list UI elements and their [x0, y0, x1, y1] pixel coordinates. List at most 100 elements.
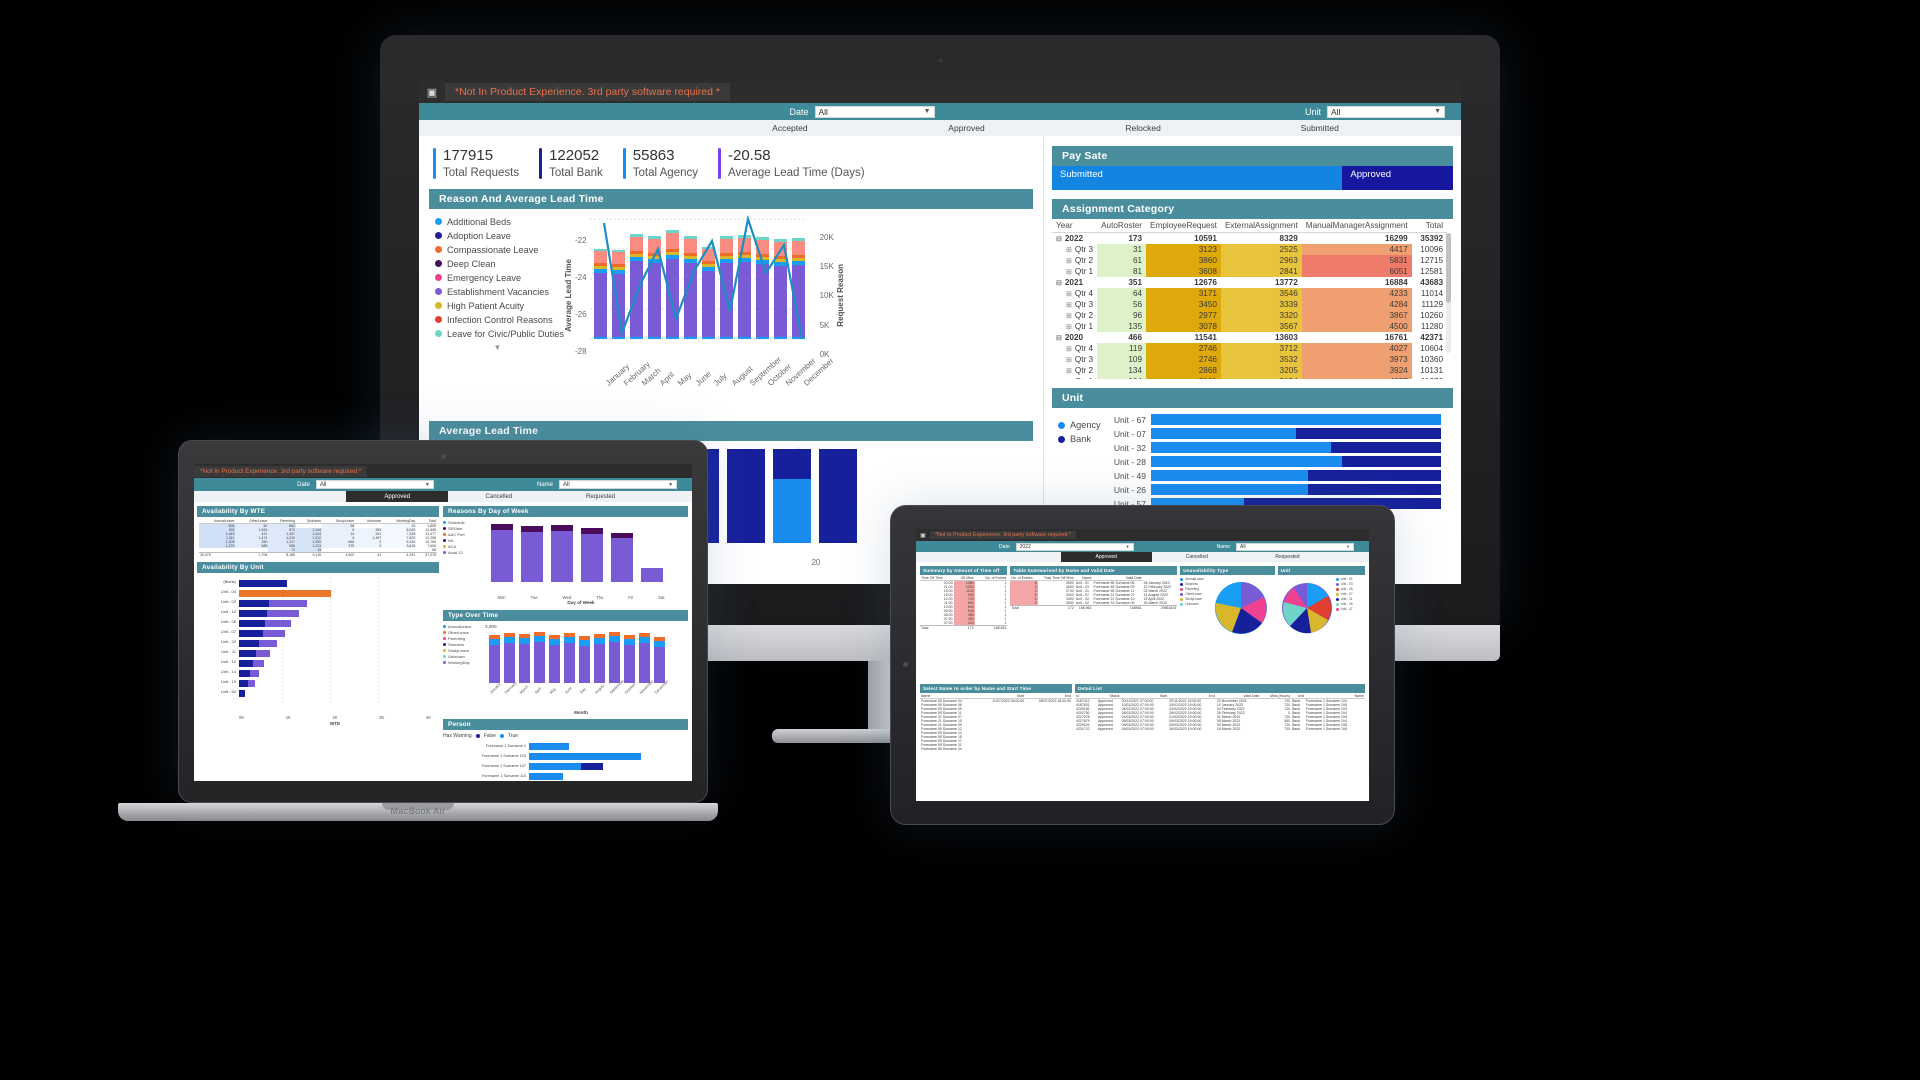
legend-item[interactable]: Sickness — [443, 642, 485, 647]
unit-label[interactable]: Unit - 04 — [197, 587, 239, 597]
legend-item[interactable]: StudyLeave — [443, 648, 485, 653]
unit-label[interactable]: Unit - 06 — [197, 617, 239, 627]
legend-item[interactable]: Parenting — [1180, 587, 1210, 591]
col-externalassignment[interactable]: ExternalAssignment — [1220, 219, 1302, 233]
legend-item[interactable]: StudyLeave — [1180, 597, 1210, 601]
tab-requested[interactable]: Requested — [1242, 552, 1333, 562]
legend-item[interactable]: Bank — [1058, 434, 1100, 444]
legend-scroll-chevron-down-icon[interactable]: ▼ — [435, 343, 560, 352]
tab-submitted[interactable]: Submitted — [1231, 120, 1408, 136]
table-row[interactable]: ⊞ Qtr 2 61 3860 2963 5831 12715 — [1052, 255, 1447, 266]
col-year[interactable]: Year — [1052, 219, 1098, 233]
assignment-scrollbar[interactable] — [1446, 233, 1451, 353]
unit-bar-row[interactable]: Unit - 32 — [1104, 442, 1441, 453]
table-row[interactable]: ⊞ Qtr 4 119 2746 3712 4027 10604 — [1052, 343, 1447, 354]
unit-label[interactable]: Unit - 15 — [197, 677, 239, 687]
date-filter-select[interactable]: All ▼ — [814, 105, 935, 118]
expand-icon[interactable]: ⊞ — [1066, 368, 1072, 375]
legend-item[interactable]: Unknown — [443, 654, 485, 659]
name-filter-select[interactable]: All ▼ — [559, 480, 678, 489]
date-filter-select[interactable]: 2022 ▼ — [1015, 542, 1134, 551]
tab-cancelled[interactable]: Cancelled — [1152, 552, 1243, 562]
expand-icon[interactable]: ⊞ — [1066, 269, 1072, 276]
person-label[interactable]: Forename 1 Surname 103 — [443, 751, 529, 761]
expand-icon[interactable]: ⊟ — [1056, 280, 1062, 287]
unit-label[interactable]: Unit - 07 — [197, 627, 239, 637]
paysate-approved[interactable]: Approved — [1342, 166, 1453, 190]
legend-item[interactable]: Unit - 01 — [1335, 577, 1364, 581]
unit-bar-row[interactable]: Unit - 67 — [1104, 414, 1441, 425]
unit-label[interactable]: Unit - 12 — [197, 657, 239, 667]
legend-item[interactable]: Deep Clean — [435, 259, 560, 269]
legend-item[interactable]: Unit - 47 — [1335, 607, 1364, 611]
unit-label[interactable]: Unit - 50 — [197, 687, 239, 697]
legend-item[interactable]: Unit - 03 — [1335, 582, 1364, 586]
table-row[interactable]: ⊟ 2022 173 10591 8329 16299 35392 — [1052, 232, 1448, 244]
legend-item[interactable]: ACA — [443, 544, 485, 549]
expand-icon[interactable]: ⊞ — [1066, 258, 1072, 265]
expand-icon[interactable]: ⊞ — [1066, 357, 1072, 364]
unit-bar-row[interactable]: Unit - 26 — [1104, 484, 1441, 495]
legend-item[interactable]: WorkingDay — [443, 660, 485, 665]
legend-item[interactable]: Agency — [1058, 420, 1101, 430]
legend-item[interactable]: Leave for Civic/Public Duties — [435, 329, 564, 339]
table-row[interactable]: ⊞ Qtr 4 64 3171 3546 4233 11014 — [1052, 288, 1447, 299]
unit-label[interactable]: Unit - 33 — [197, 637, 239, 647]
legend-item[interactable]: SEElder — [443, 526, 485, 531]
legend-item[interactable]: Schedule — [443, 520, 485, 525]
legend-item[interactable]: Adoption Leave — [435, 231, 560, 241]
person-label[interactable]: Forename 1 Surname 107 — [443, 761, 529, 771]
legend-item[interactable]: N/L — [443, 538, 485, 543]
tab-cancelled[interactable]: Cancelled — [448, 491, 550, 502]
table-row[interactable]: ⊞ Qtr 2 134 2868 3205 3924 10131 — [1052, 365, 1447, 376]
table-row[interactable]: 4231722 Approved 16/03/2022 07:00:00 16/03/… — [1075, 727, 1365, 731]
table-row[interactable]: 3 3000 Unit - 02 Forename 31 Surname 09 18 M… — [1010, 601, 1177, 606]
unit-bar-row[interactable]: Unit - 49 — [1104, 470, 1441, 481]
table-row[interactable]: Forename 55 Surname 24 — [920, 747, 1072, 751]
table-row[interactable]: ⊟ 2020 466 11541 13603 16761 42371 — [1052, 332, 1448, 343]
legend-item[interactable]: OtherLeave — [443, 630, 485, 635]
legend-item[interactable]: Infection Control Reasons — [435, 315, 560, 325]
legend-item[interactable]: AnnualLeave — [1180, 577, 1210, 581]
unit-label[interactable]: Unit - 14 — [197, 667, 239, 677]
tab-approved[interactable]: Approved — [1060, 552, 1152, 562]
table-row[interactable]: ⊞ Qtr 3 109 2746 3532 3973 10360 — [1052, 354, 1447, 365]
legend-item[interactable]: AAC Pert — [443, 532, 485, 537]
legend-item[interactable]: Emergency Leave — [435, 273, 560, 283]
col-employeerequest[interactable]: EmployeeRequest — [1146, 219, 1221, 233]
expand-icon[interactable]: ⊟ — [1056, 335, 1062, 342]
tab-relocked[interactable]: Relocked — [1055, 120, 1232, 136]
column-header[interactable]: Total Time Off Mins — [1037, 576, 1075, 582]
legend-item[interactable]: Unit - 11 — [1335, 597, 1364, 601]
col-autoroster[interactable]: AutoRoster — [1097, 219, 1147, 233]
expand-icon[interactable]: ⊞ — [1066, 324, 1072, 331]
unit-filter-select[interactable]: All ▼ — [1327, 105, 1445, 118]
legend-item[interactable]: Sickness — [1180, 582, 1210, 586]
legend-item[interactable]: AnnualLeave — [443, 624, 485, 629]
expand-icon[interactable]: ⊞ — [1066, 313, 1072, 320]
tab-accepted[interactable]: Accepted — [702, 120, 879, 136]
unit-bar-row[interactable]: Unit - 07 — [1104, 428, 1441, 439]
legend-item[interactable]: High Patient Acuity — [435, 301, 560, 311]
date-filter-select[interactable]: All ▼ — [315, 480, 434, 489]
tab-approved[interactable]: Approved — [346, 491, 449, 502]
legend-item[interactable]: Unit - 26 — [1335, 602, 1364, 606]
paysate-submitted[interactable]: Submitted — [1052, 166, 1343, 190]
legend-item[interactable]: Compassionate Leave — [435, 245, 560, 255]
expand-icon[interactable]: ⊟ — [1056, 236, 1062, 243]
legend-item[interactable]: OtherLeave — [1180, 592, 1210, 596]
legend-item[interactable]: Establishment Vacancies — [435, 287, 560, 297]
unit-bar-row[interactable]: Unit - 28 — [1104, 456, 1441, 467]
legend-item[interactable]: Acad 12 — [443, 550, 485, 555]
col-total[interactable]: Total — [1411, 219, 1448, 233]
expand-icon[interactable]: ⊞ — [1066, 302, 1072, 309]
name-filter-select[interactable]: All ▼ — [1236, 542, 1354, 551]
table-row[interactable]: ⊞ Qtr 1 135 3078 3567 4500 11280 — [1052, 321, 1447, 332]
person-label[interactable]: Forename 1 Surname 110 — [443, 771, 529, 781]
legend-item[interactable]: Unit - 07 — [1335, 592, 1364, 596]
unit-label[interactable]: (Blank) — [197, 577, 239, 587]
expand-icon[interactable]: ⊞ — [1066, 346, 1072, 353]
table-row[interactable]: ⊞Qtr 110431813154483711276 — [1052, 376, 1447, 379]
table-row[interactable]: ⊞ Qtr 2 96 2977 3320 3867 10260 — [1052, 310, 1447, 321]
table-row[interactable]: ⊟ 2021 351 12676 13772 16884 43683 — [1052, 277, 1448, 288]
